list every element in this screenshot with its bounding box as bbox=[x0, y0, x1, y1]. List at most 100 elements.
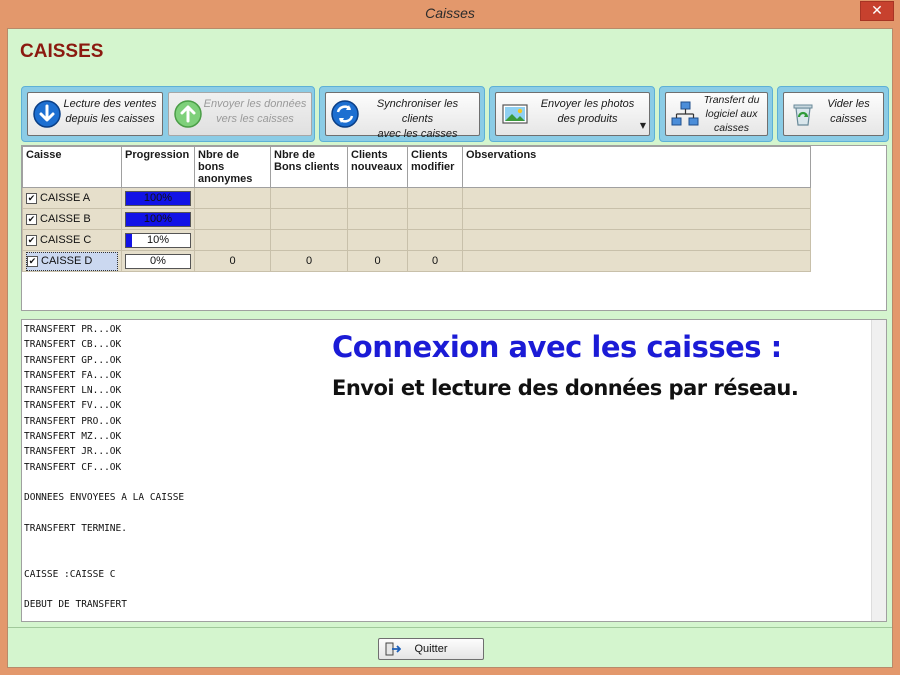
cell-bons-clients bbox=[270, 229, 348, 251]
log-line: TRANSFERT GP...OK bbox=[24, 354, 122, 366]
page-title: CAISSES bbox=[20, 41, 104, 62]
caisse-name: CAISSE D bbox=[41, 255, 93, 267]
progress-bar: 10% bbox=[125, 232, 191, 248]
empty-caisses-label: Vider les caisses bbox=[827, 98, 870, 125]
column-header-bons-anonymes[interactable]: Nbre de bons anonymes bbox=[194, 146, 271, 188]
caisse-name: CAISSE B bbox=[40, 213, 91, 225]
log-line: DEBUT DE TRANSFERT bbox=[24, 599, 127, 611]
cell-bons-anonymes bbox=[194, 229, 271, 251]
cell-bons-clients bbox=[270, 208, 348, 230]
log-line: TRANSFERT LN...OK bbox=[24, 385, 122, 397]
cell-bons-anonymes bbox=[194, 208, 271, 230]
progress-text: 100% bbox=[143, 191, 173, 204]
promo-subline: Envoi et lecture des données par réseau. bbox=[332, 376, 799, 400]
transfer-software-button[interactable]: Transfert du logiciel aux caisses bbox=[665, 92, 768, 136]
log-line: TRANSFERT CF...OK bbox=[24, 461, 122, 473]
log-scrollbar[interactable] bbox=[871, 320, 886, 621]
column-header-clients-modifier[interactable]: Clients modifier bbox=[407, 146, 463, 188]
sync-icon bbox=[331, 100, 359, 128]
photo-icon bbox=[502, 104, 528, 124]
cell-bons-anonymes bbox=[194, 187, 271, 209]
toolbar: Lecture des ventes depuis les caisses En… bbox=[21, 86, 889, 142]
up-arrow-icon bbox=[174, 100, 202, 128]
column-header-clients-nouveaux[interactable]: Clients nouveaux bbox=[347, 146, 408, 188]
row-checkbox[interactable]: ✔ bbox=[26, 213, 37, 225]
row-checkbox[interactable]: ✔ bbox=[26, 234, 37, 246]
cell-clients-modifier bbox=[407, 208, 463, 230]
toolbar-group-transfer: Transfert du logiciel aux caisses bbox=[659, 86, 773, 142]
column-header-progression[interactable]: Progression bbox=[121, 146, 195, 188]
transfer-log[interactable]: TRANSFERT PR...OK TRANSFERT CB...OK TRANSF… bbox=[21, 319, 887, 622]
cell-clients-nouveaux bbox=[347, 208, 408, 230]
row-checkbox[interactable]: ✔ bbox=[26, 192, 37, 204]
title-bar[interactable]: Caisses ✕ bbox=[0, 0, 900, 28]
transfer-software-label: Transfert du logiciel aux caisses bbox=[703, 94, 760, 134]
log-line: TRANSFERT MZ...OK bbox=[24, 431, 122, 443]
send-data-button[interactable]: Envoyer les données vers les caisses bbox=[168, 92, 312, 136]
table-row[interactable]: ✔ CAISSE A 100% bbox=[22, 187, 811, 209]
close-icon: ✕ bbox=[871, 3, 883, 19]
log-line: TRANSFERT PRO..OK bbox=[24, 415, 122, 427]
row-checkbox[interactable]: ✔ bbox=[27, 255, 38, 267]
caisses-grid: Caisse Progression Nbre de bons anonymes… bbox=[21, 145, 887, 311]
send-photos-button[interactable]: Envoyer les photos des produits ▼ bbox=[495, 92, 650, 136]
footer-bar: Quitter bbox=[8, 627, 892, 667]
table-header-row: Caisse Progression Nbre de bons anonymes… bbox=[22, 146, 811, 188]
caisse-name: CAISSE A bbox=[40, 192, 91, 204]
log-line: TRANSFERT JR...OK bbox=[24, 446, 122, 458]
log-line: TRANSFERT CB...OK bbox=[24, 339, 122, 351]
sync-clients-button[interactable]: Synchroniser les clients avec les caisse… bbox=[325, 92, 480, 140]
log-line: TRANSFERT FA...OK bbox=[24, 369, 122, 381]
quit-button[interactable]: Quitter bbox=[378, 638, 484, 660]
cell-bons-clients bbox=[270, 187, 348, 209]
close-button[interactable]: ✕ bbox=[860, 1, 894, 21]
toolbar-group-photos: Envoyer les photos des produits ▼ bbox=[489, 86, 655, 142]
log-line: TRANSFERT TERMINE. bbox=[24, 522, 127, 534]
progress-bar: 100% bbox=[125, 211, 191, 227]
progress-bar: 0% bbox=[125, 253, 191, 269]
chevron-down-icon[interactable]: ▼ bbox=[640, 121, 646, 130]
cell-clients-nouveaux: 0 bbox=[347, 250, 408, 272]
column-header-observations[interactable]: Observations bbox=[462, 146, 811, 188]
log-line: TRANSFERT FV...OK bbox=[24, 400, 122, 412]
column-header-bons-clients[interactable]: Nbre de Bons clients bbox=[270, 146, 348, 188]
cell-observations bbox=[462, 250, 811, 272]
progress-text: 0% bbox=[150, 254, 166, 267]
cell-clients-modifier bbox=[407, 187, 463, 209]
table-row[interactable]: ✔ CAISSE D 0% 0 0 0 0 bbox=[22, 250, 811, 272]
cell-clients-nouveaux bbox=[347, 229, 408, 251]
network-icon bbox=[671, 101, 699, 126]
table-row[interactable]: ✔ CAISSE C 10% bbox=[22, 229, 811, 251]
column-header-caisse[interactable]: Caisse bbox=[22, 146, 122, 188]
cell-clients-nouveaux bbox=[347, 187, 408, 209]
empty-caisses-button[interactable]: Vider les caisses bbox=[783, 92, 884, 136]
app-window: Caisses ✕ CAISSES Lecture des ventes dep… bbox=[0, 0, 900, 675]
window-title: Caisses bbox=[425, 5, 475, 21]
cell-clients-modifier bbox=[407, 229, 463, 251]
cell-clients-modifier: 0 bbox=[407, 250, 463, 272]
promo-headline: Connexion avec les caisses : bbox=[332, 330, 782, 364]
client-area: CAISSES Lecture des ventes depuis les ca… bbox=[7, 28, 893, 668]
toolbar-group-empty: Vider les caisses bbox=[777, 86, 889, 142]
cell-bons-clients: 0 bbox=[270, 250, 348, 272]
progress-text: 100% bbox=[143, 212, 173, 225]
toolbar-group-read-send: Lecture des ventes depuis les caisses En… bbox=[21, 86, 315, 142]
caisse-name: CAISSE C bbox=[40, 234, 92, 246]
recycle-icon bbox=[793, 104, 813, 126]
caisses-table: Caisse Progression Nbre de bons anonymes… bbox=[22, 146, 811, 272]
down-arrow-icon bbox=[33, 100, 61, 128]
cell-bons-anonymes: 0 bbox=[194, 250, 271, 272]
progress-bar: 100% bbox=[125, 190, 191, 206]
read-sales-button[interactable]: Lecture des ventes depuis les caisses bbox=[27, 92, 163, 136]
cell-observations bbox=[462, 229, 811, 251]
log-line: CAISSE :CAISSE C bbox=[24, 568, 116, 580]
sync-clients-label: Synchroniser les clients avec les caisse… bbox=[376, 98, 459, 140]
table-row[interactable]: ✔ CAISSE B 100% bbox=[22, 208, 811, 230]
log-line: TRANSFERT PR...OK bbox=[24, 324, 122, 335]
log-text: TRANSFERT PR...OK TRANSFERT CB...OK TRANSF… bbox=[24, 322, 184, 613]
log-line: DONNEES ENVOYEES A LA CAISSE bbox=[24, 492, 185, 504]
